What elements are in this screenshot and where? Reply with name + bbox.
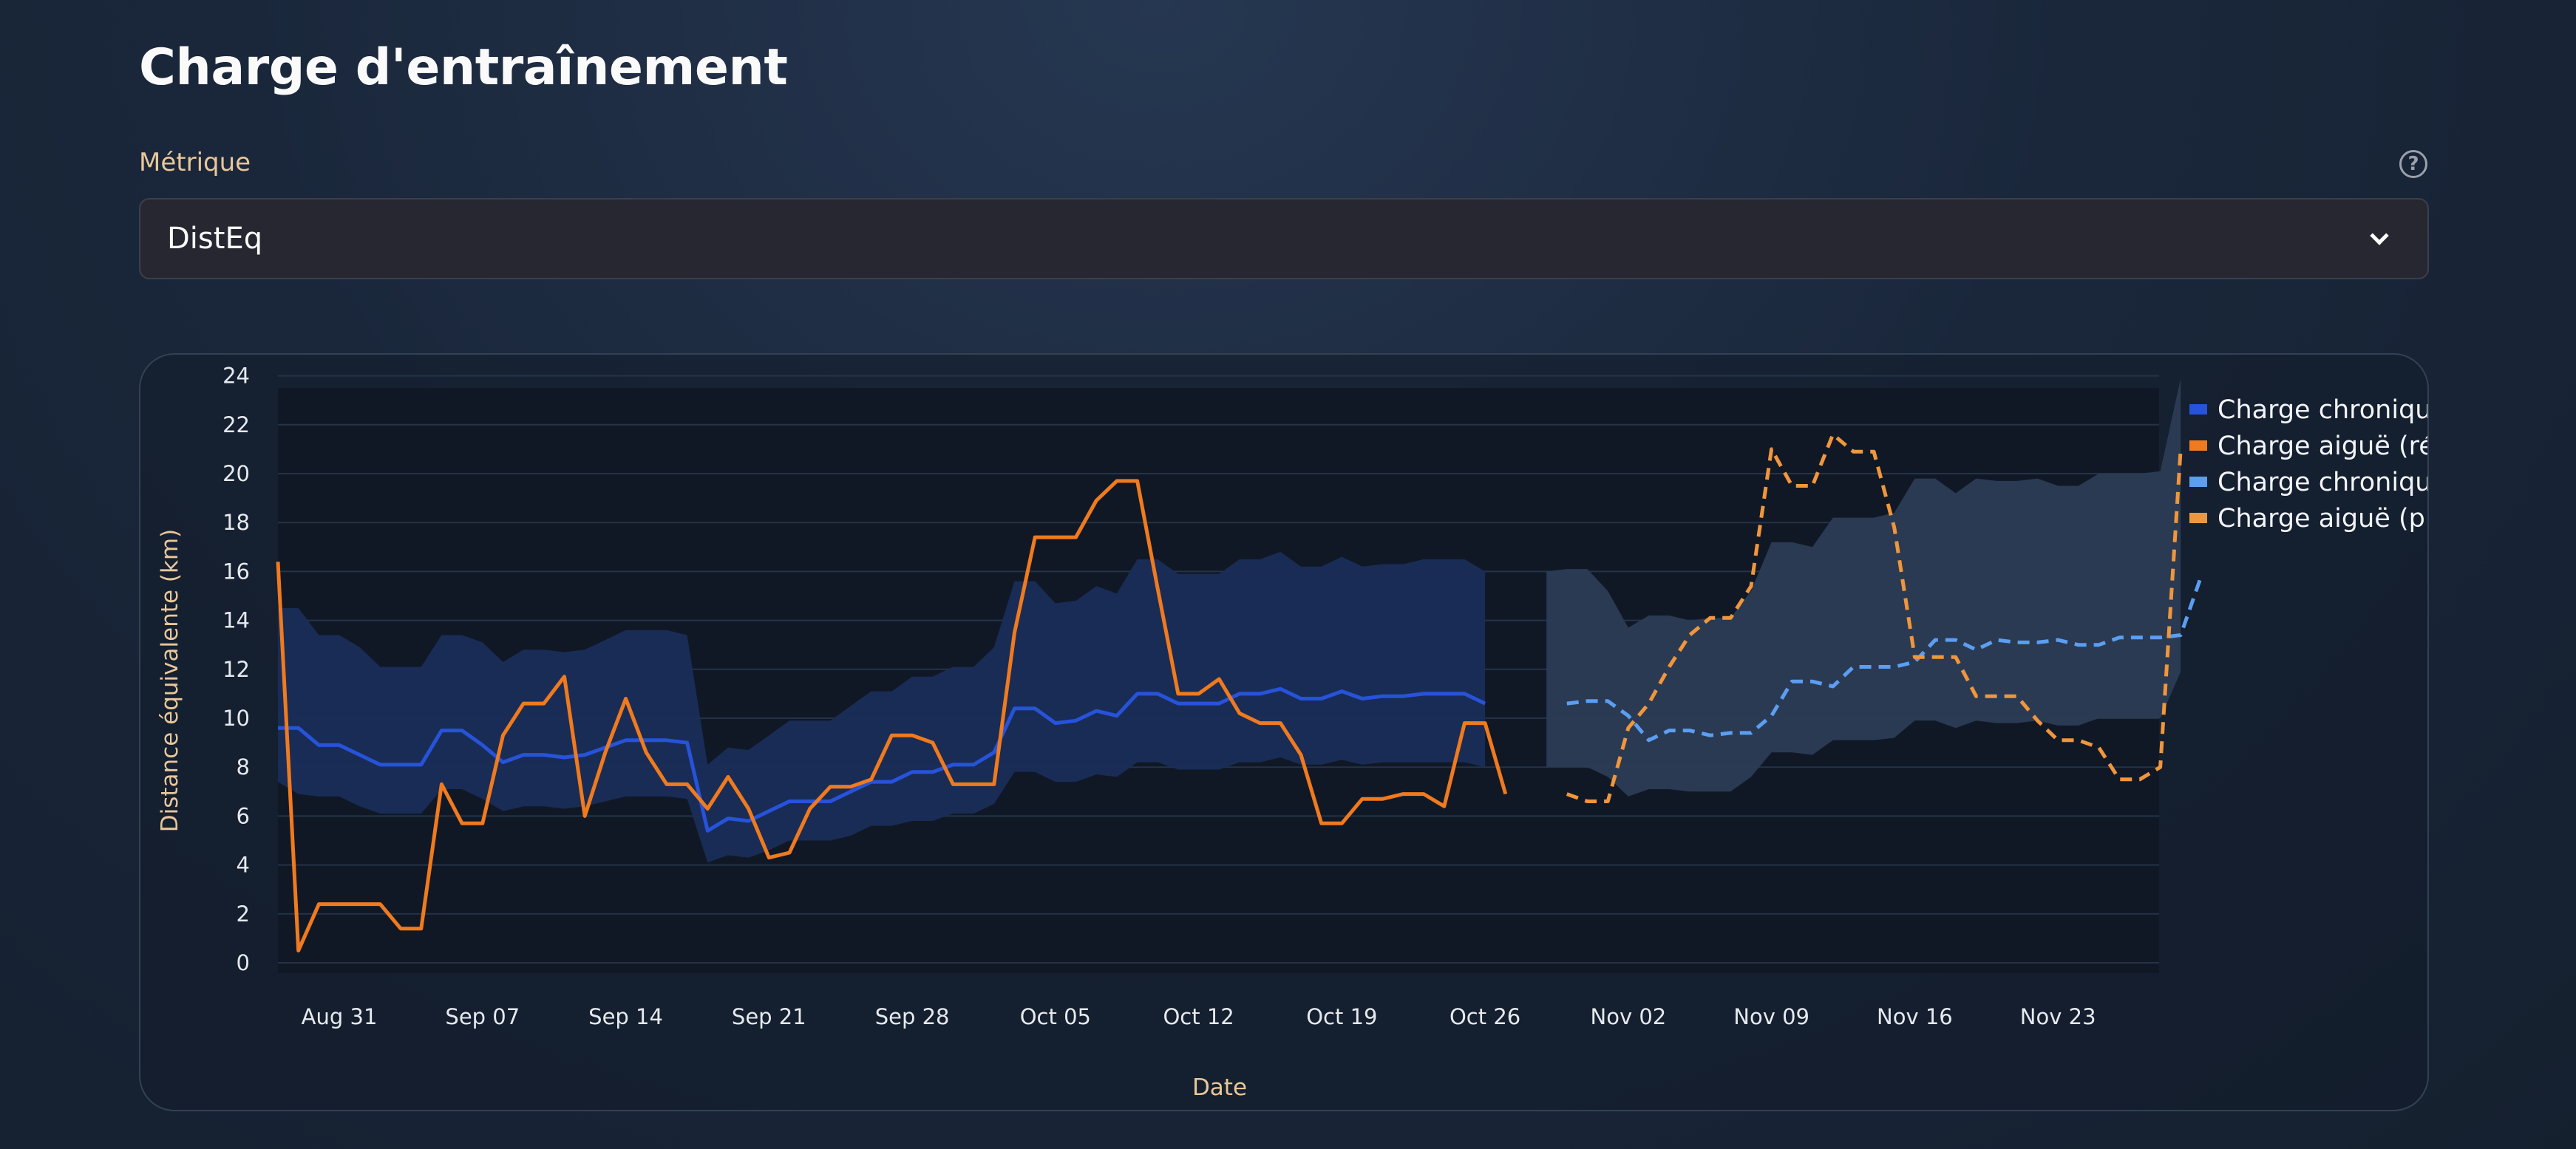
y-tick-label: 0 (237, 950, 250, 975)
metric-select-value: DistEq (167, 222, 263, 256)
x-tick-label: Nov 16 (1877, 1004, 1953, 1029)
y-tick-label: 20 (222, 461, 250, 486)
legend-item-label: Charge chronique … (2218, 395, 2429, 425)
y-axis-title: Distance équivalente (km) (157, 529, 183, 833)
x-tick-label: Nov 23 (2020, 1004, 2096, 1029)
x-tick-label: Sep 14 (588, 1004, 663, 1029)
x-tick-label: Nov 09 (1733, 1004, 1809, 1029)
x-tick-label: Sep 07 (445, 1004, 520, 1029)
y-tick-label: 6 (237, 803, 250, 828)
x-tick-label: Sep 21 (732, 1004, 806, 1029)
chart-card: 0 2 4 6 8 10 12 14 16 18 20 22 24 Aug 31 Sep 07 Sep 14 S… (139, 353, 2429, 1111)
y-tick-label: 14 (222, 608, 250, 633)
page-title: Charge d'entraînement (139, 38, 788, 97)
x-axis-title: Date (1192, 1074, 1247, 1101)
legend-item-label: Charge chronique … (2218, 468, 2429, 497)
legend-swatch (2189, 477, 2207, 487)
y-tick-label: 22 (222, 412, 250, 437)
x-tick-label: Oct 12 (1163, 1004, 1234, 1029)
y-tick-label: 24 (222, 364, 250, 389)
y-tick-label: 2 (237, 901, 250, 927)
legend-item-label: Charge aiguë (réal… (2218, 432, 2429, 461)
x-tick-label: Oct 26 (1450, 1004, 1520, 1029)
metric-select[interactable]: DistEq (139, 198, 2429, 279)
y-tick-label: 8 (237, 754, 250, 780)
x-tick-label: Aug 31 (302, 1004, 378, 1029)
x-tick-label: Oct 19 (1306, 1004, 1377, 1029)
legend-swatch (2189, 404, 2207, 415)
y-tick-label: 10 (222, 706, 250, 731)
x-tick-label: Sep 28 (875, 1004, 950, 1029)
x-tick-label: Nov 02 (1591, 1004, 1667, 1029)
legend-swatch (2189, 513, 2207, 523)
legend-item-label: Charge aiguë (pla… (2218, 504, 2429, 533)
y-tick-label: 16 (222, 559, 250, 584)
y-tick-label: 4 (237, 853, 250, 878)
x-tick-label: Oct 05 (1020, 1004, 1091, 1029)
help-circle-icon[interactable]: ? (2399, 150, 2427, 178)
training-load-chart[interactable]: 024681012141618202224Aug 31 Sep 07 Sep 14 S… (140, 355, 2429, 1111)
y-tick-label: 18 (222, 510, 250, 535)
chevron-down-icon (2370, 226, 2389, 245)
y-tick-label: 12 (222, 657, 250, 682)
metric-label: Métrique (139, 148, 251, 177)
legend-swatch (2189, 440, 2207, 451)
